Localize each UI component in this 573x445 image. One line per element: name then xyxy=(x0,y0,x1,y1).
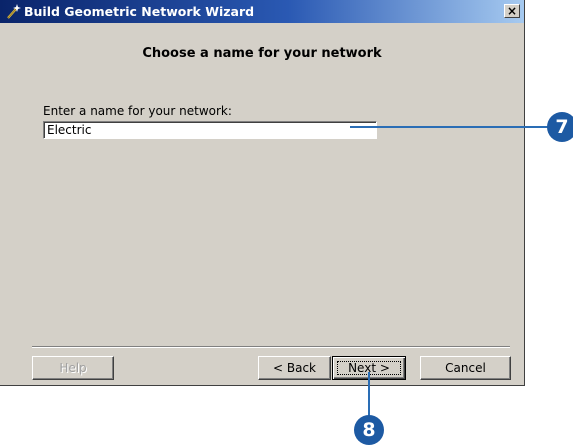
callout-8-badge: 8 xyxy=(354,415,384,445)
back-button[interactable]: < Back xyxy=(258,356,331,380)
callout-7-badge: 7 xyxy=(547,112,573,142)
network-name-label: Enter a name for your network: xyxy=(43,104,232,118)
close-button[interactable]: × xyxy=(504,4,520,18)
window-title: Build Geometric Network Wizard xyxy=(24,4,255,19)
help-button[interactable]: Help xyxy=(32,356,114,380)
callout-7-line xyxy=(350,126,549,128)
cancel-button-label: Cancel xyxy=(445,360,486,375)
close-icon: × xyxy=(506,4,518,18)
wand-icon xyxy=(5,3,22,20)
title-bar[interactable]: Build Geometric Network Wizard × xyxy=(0,0,524,23)
button-separator xyxy=(32,346,510,348)
network-name-input[interactable] xyxy=(43,121,377,139)
back-button-label: < Back xyxy=(272,360,316,375)
page-heading: Choose a name for your network xyxy=(142,46,382,61)
wizard-dialog: Build Geometric Network Wizard × Choose … xyxy=(0,0,525,386)
cancel-button[interactable]: Cancel xyxy=(420,356,511,380)
help-button-label: Help xyxy=(59,360,87,375)
callout-8-line xyxy=(368,372,370,417)
